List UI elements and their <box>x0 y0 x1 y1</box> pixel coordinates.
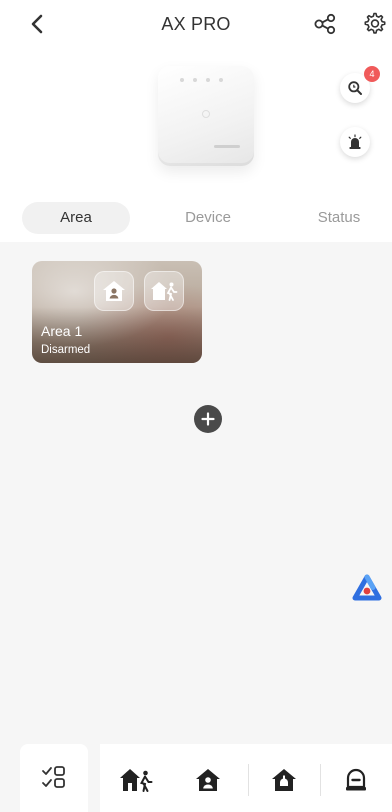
hub-indicator-lights <box>180 78 223 82</box>
disarm-button[interactable] <box>266 762 302 798</box>
siren-icon <box>348 134 362 149</box>
divider <box>248 764 249 796</box>
siren-button[interactable] <box>340 127 370 157</box>
multi-select-button[interactable] <box>20 744 88 812</box>
floating-assistant-button[interactable] <box>350 572 384 606</box>
area-status: Disarmed <box>41 344 91 356</box>
top-bar: AX PRO <box>0 0 392 52</box>
clear-alarm-button[interactable] <box>338 762 374 798</box>
share-button[interactable] <box>312 11 338 37</box>
divider <box>320 764 321 796</box>
tab-device[interactable]: Device <box>154 202 262 234</box>
settings-button[interactable] <box>362 10 388 36</box>
tab-area[interactable]: Area <box>22 202 130 234</box>
away-arm-icon <box>151 282 178 301</box>
card-stay-arm-button[interactable] <box>94 271 134 311</box>
multi-select-icon <box>42 766 65 788</box>
control-panel-image <box>158 66 254 166</box>
stay-arm-icon <box>103 281 125 301</box>
tab-bar: Area Device Status <box>0 192 392 242</box>
plus-icon <box>201 412 215 426</box>
arming-controls <box>100 744 392 812</box>
hub-sensor <box>202 110 210 118</box>
stay-arm-button[interactable] <box>190 762 226 798</box>
card-away-arm-button[interactable] <box>144 271 184 311</box>
device-panel <box>0 52 392 192</box>
tab-status[interactable]: Status <box>300 202 378 234</box>
assistant-logo-icon <box>352 574 382 601</box>
away-arm-button[interactable] <box>118 762 154 798</box>
share-icon <box>314 13 336 35</box>
search-icon <box>348 81 362 95</box>
disarm-icon <box>272 769 296 791</box>
gear-icon <box>364 12 386 34</box>
away-arm-icon <box>120 769 153 792</box>
clear-alarm-icon <box>346 768 366 791</box>
stay-arm-icon <box>196 769 220 791</box>
hub-brand-mark <box>214 145 240 148</box>
alert-count-badge: 4 <box>364 66 380 82</box>
area-card[interactable]: Area 1 Disarmed <box>32 261 202 363</box>
area-name: Area 1 <box>41 323 83 339</box>
bottom-action-bar <box>0 740 392 812</box>
add-area-button[interactable] <box>194 405 222 433</box>
